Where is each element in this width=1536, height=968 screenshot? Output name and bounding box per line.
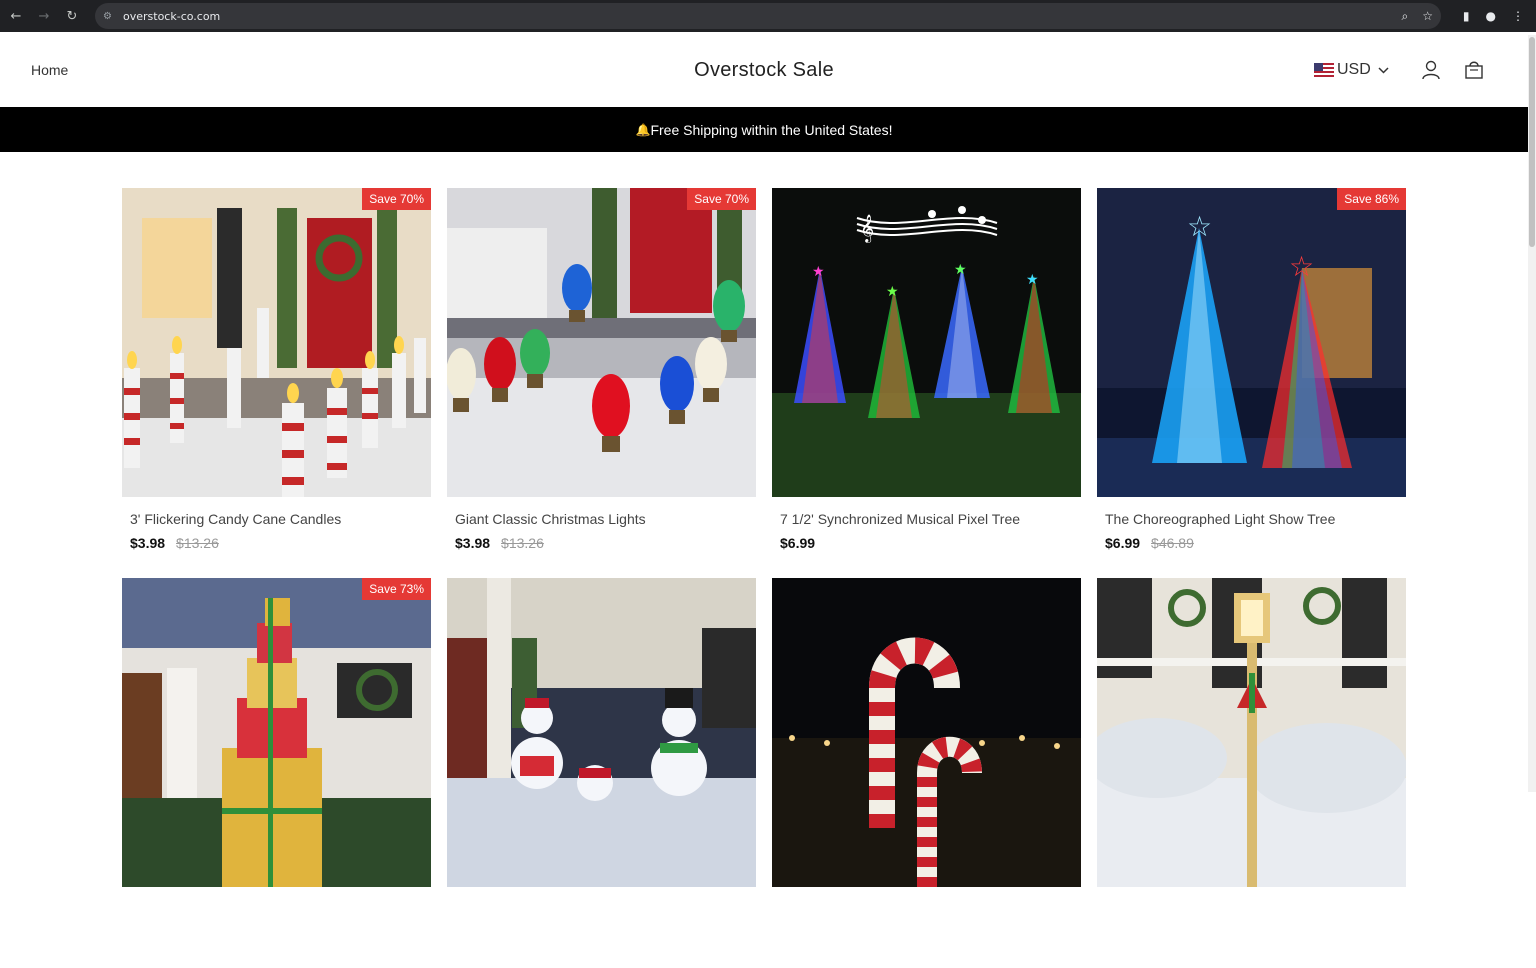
url-text[interactable]: overstock-co.com bbox=[123, 10, 220, 23]
svg-text:★: ★ bbox=[886, 284, 899, 300]
browser-toolbar: ← → ↻ ⚙ overstock-co.com ⌕ ☆ ▮ ● ⋮ bbox=[0, 0, 1536, 32]
product-title[interactable]: Giant Classic Christmas Lights bbox=[455, 511, 756, 527]
bell-icon: 🔔 bbox=[635, 122, 651, 137]
sale-badge: Save 70% bbox=[362, 188, 431, 210]
product-card[interactable]: ☆ ☆ Save 86% The Choreographed Light Sho… bbox=[1097, 188, 1406, 578]
reload-icon[interactable]: ↻ bbox=[58, 0, 86, 32]
product-image[interactable]: Save 70% bbox=[122, 188, 431, 497]
currency-selector[interactable]: USD bbox=[1314, 61, 1389, 79]
product-card[interactable]: 𝄞 ★ ★ ★ ★ 7 1/2' Synchronized Musical Pi… bbox=[772, 188, 1081, 578]
product-image[interactable] bbox=[1097, 578, 1406, 887]
product-image[interactable] bbox=[447, 578, 756, 887]
currency-label: USD bbox=[1337, 61, 1371, 78]
site-header: Home Overstock Sale USD bbox=[0, 35, 1528, 107]
bookmark-star-icon[interactable]: ☆ bbox=[1422, 9, 1433, 23]
forward-icon[interactable]: → bbox=[30, 0, 58, 32]
product-price: $6.99 bbox=[780, 535, 816, 551]
product-title[interactable]: 7 1/2' Synchronized Musical Pixel Tree bbox=[780, 511, 1081, 527]
product-price: $6.99 bbox=[1105, 535, 1141, 551]
chevron-down-icon bbox=[1378, 66, 1389, 74]
profile-icon[interactable]: ● bbox=[1486, 9, 1496, 23]
store-logo[interactable]: Overstock Sale bbox=[0, 59, 1528, 82]
scrollbar-thumb[interactable] bbox=[1529, 37, 1535, 247]
product-image[interactable]: 𝄞 ★ ★ ★ ★ bbox=[772, 188, 1081, 497]
product-title[interactable]: 3' Flickering Candy Cane Candles bbox=[130, 511, 431, 527]
menu-kebab-icon[interactable]: ⋮ bbox=[1512, 9, 1524, 23]
announcement-bar: 🔔 Free Shipping within the United States… bbox=[0, 107, 1528, 152]
svg-text:★: ★ bbox=[1026, 272, 1039, 288]
product-card[interactable]: Save 70% 3' Flickering Candy Cane Candle… bbox=[122, 188, 431, 578]
sale-badge: Save 70% bbox=[687, 188, 756, 210]
side-panel-icon[interactable]: ▮ bbox=[1463, 9, 1470, 23]
svg-text:𝄞: 𝄞 bbox=[860, 214, 874, 243]
product-compare-price: $13.26 bbox=[176, 535, 219, 551]
svg-text:★: ★ bbox=[812, 264, 825, 280]
product-card[interactable] bbox=[772, 578, 1081, 968]
site-info-icon[interactable]: ⚙ bbox=[103, 11, 117, 22]
svg-text:☆: ☆ bbox=[1289, 250, 1314, 283]
product-card[interactable] bbox=[1097, 578, 1406, 968]
sale-badge: Save 73% bbox=[362, 578, 431, 600]
product-card[interactable]: Save 70% Giant Classic Christmas Lights … bbox=[447, 188, 756, 578]
product-price: $3.98 bbox=[130, 535, 166, 551]
product-price: $3.98 bbox=[455, 535, 491, 551]
us-flag-icon bbox=[1314, 63, 1334, 77]
back-icon[interactable]: ← bbox=[2, 0, 30, 32]
product-image[interactable]: Save 73% bbox=[122, 578, 431, 887]
svg-text:☆: ☆ bbox=[1187, 210, 1212, 243]
account-icon[interactable] bbox=[1420, 59, 1442, 81]
product-card[interactable] bbox=[447, 578, 756, 968]
product-title[interactable]: The Choreographed Light Show Tree bbox=[1105, 511, 1406, 527]
address-bar[interactable]: ⚙ overstock-co.com ⌕ ☆ bbox=[95, 3, 1441, 29]
product-card[interactable]: Save 73% bbox=[122, 578, 431, 968]
page-scrollbar[interactable] bbox=[1528, 35, 1536, 792]
svg-text:★: ★ bbox=[954, 262, 967, 278]
product-image[interactable] bbox=[772, 578, 1081, 887]
product-image[interactable]: Save 70% bbox=[447, 188, 756, 497]
product-compare-price: $46.89 bbox=[1151, 535, 1194, 551]
product-image[interactable]: ☆ ☆ Save 86% bbox=[1097, 188, 1406, 497]
product-compare-price: $13.26 bbox=[501, 535, 544, 551]
announcement-text: Free Shipping within the United States! bbox=[650, 121, 893, 138]
product-grid: Save 70% 3' Flickering Candy Cane Candle… bbox=[122, 188, 1406, 968]
cart-icon[interactable] bbox=[1463, 59, 1485, 81]
zoom-icon[interactable]: ⌕ bbox=[1402, 9, 1409, 24]
sale-badge: Save 86% bbox=[1337, 188, 1406, 210]
